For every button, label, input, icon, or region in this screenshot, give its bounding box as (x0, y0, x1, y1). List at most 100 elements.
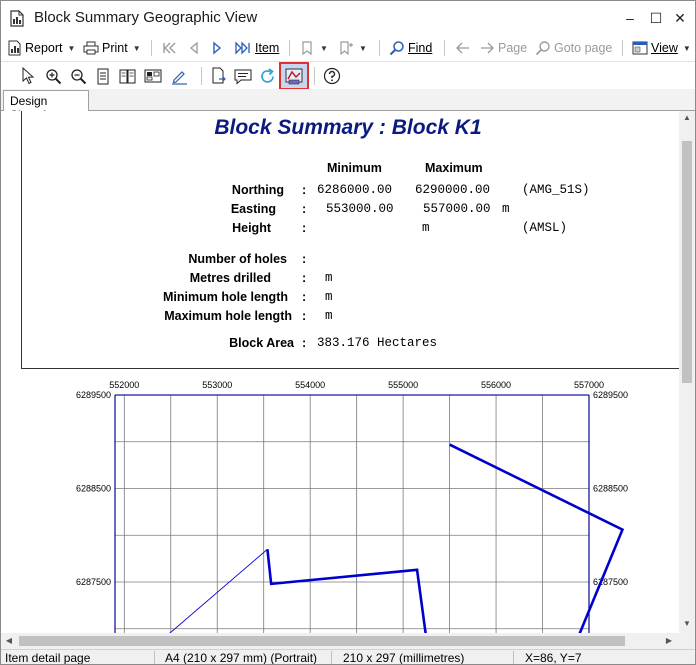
zoom-out-icon (71, 68, 87, 84)
block-map[interactable]: 552000 553000 554000 555000 556000 5570006289… (1, 373, 679, 633)
minlen-colon: : (302, 290, 307, 304)
next-button[interactable] (211, 38, 223, 58)
block-area-value: 383.176 Hectares (317, 336, 438, 350)
toolbar-separator (314, 67, 315, 85)
status-bar: Item detail page A4 (210 x 297 mm) (Port… (1, 649, 695, 665)
status-separator (154, 651, 155, 664)
geographic-view-button[interactable] (279, 62, 309, 90)
zoom-in-button[interactable] (45, 66, 62, 86)
maximize-button[interactable]: ☐ (645, 7, 667, 29)
zoom-out-button[interactable] (70, 66, 87, 86)
print-label: Print (102, 41, 128, 55)
refresh-button[interactable] (259, 66, 276, 86)
metres-unit: m (325, 271, 333, 285)
find-button[interactable]: Find (389, 38, 432, 58)
bookmark-add-button[interactable]: ▼ (338, 38, 367, 58)
application-window: Block Summary Geographic View – ☐ ✕ Repo… (0, 0, 696, 665)
arrow-right-icon (481, 42, 494, 54)
sheet-tabstrip: Design Sheet1 (1, 89, 695, 122)
y-tick-label-right: 6289500 (593, 390, 628, 400)
export-button[interactable] (211, 66, 227, 86)
triangle-right-icon (213, 41, 222, 55)
back-button[interactable] (455, 38, 471, 58)
last-item-icon (235, 41, 250, 55)
scroll-down-arrow-icon[interactable]: ▼ (679, 619, 695, 628)
block-area-label: Block Area (229, 336, 294, 350)
scroll-right-arrow-icon[interactable]: ▶ (663, 636, 675, 645)
number-of-holes-label: Number of holes (188, 252, 287, 266)
close-button[interactable]: ✕ (669, 7, 691, 29)
maximum-header: Maximum (425, 161, 483, 175)
page-label: Page (498, 41, 528, 55)
goto-page-button[interactable]: Goto page (535, 38, 612, 58)
page-forward-button[interactable]: Page (479, 38, 527, 58)
pointer-arrow-icon (22, 67, 35, 85)
metres-drilled-label: Metres drilled (189, 271, 271, 285)
status-dimensions: 210 x 297 (millimetres) (343, 651, 465, 665)
thumbnails-button[interactable] (144, 66, 162, 86)
height-unit: m (422, 221, 430, 235)
scroll-up-arrow-icon[interactable]: ▲ (679, 113, 695, 122)
easting-colon: : (302, 202, 307, 216)
view-menu-button[interactable]: View ▼ (632, 38, 691, 58)
select-tool-button[interactable] (20, 66, 36, 86)
vertical-scroll-thumb[interactable] (682, 141, 692, 383)
two-pages-button[interactable] (119, 66, 136, 86)
minimize-button[interactable]: – (619, 7, 641, 29)
vertical-scrollbar[interactable]: ▲ ▼ (679, 111, 695, 633)
printer-icon (83, 41, 99, 55)
next-item-button[interactable]: Item (234, 38, 279, 58)
minimum-header: Minimum (327, 161, 382, 175)
x-tick-label: 557000 (574, 380, 604, 390)
edit-design-button[interactable] (171, 66, 188, 86)
holes-colon: : (302, 252, 307, 266)
comment-icon (234, 69, 252, 85)
two-pages-icon (119, 69, 136, 83)
bookmark-add-icon (340, 41, 353, 56)
zoom-in-icon (46, 68, 62, 84)
status-cursor-coords: X=86, Y=7 (525, 651, 582, 665)
window-title: Block Summary Geographic View (34, 9, 258, 26)
chevron-down-icon: ▼ (682, 43, 691, 53)
x-tick-label: 552000 (109, 380, 139, 390)
height-label: Height (232, 221, 271, 235)
summary-frame (21, 111, 679, 369)
easting-max: 557000.00 (423, 202, 491, 216)
tab-design-sheet1[interactable]: Design Sheet1 (3, 90, 89, 122)
easting-label: Easting (230, 202, 276, 216)
northing-colon: : (302, 183, 307, 197)
search-icon (389, 41, 404, 56)
northing-label: Northing (231, 183, 284, 197)
x-tick-label: 553000 (202, 380, 232, 390)
single-page-button[interactable] (96, 66, 110, 86)
first-page-button[interactable] (161, 38, 177, 58)
bookmark-button[interactable]: ▼ (299, 38, 328, 58)
scrollbar-corner (679, 633, 695, 649)
view-window-icon (632, 41, 648, 54)
scroll-left-arrow-icon[interactable]: ◀ (3, 636, 15, 645)
title-bar: Block Summary Geographic View – ☐ ✕ (1, 1, 695, 35)
search-icon (535, 41, 550, 56)
minlen-unit: m (325, 290, 333, 304)
max-hole-length-label: Maximum hole length (164, 309, 292, 323)
view-label: View (651, 41, 678, 55)
x-tick-label: 554000 (295, 380, 325, 390)
thin-boundary-line (169, 548, 268, 633)
horizontal-scrollbar[interactable]: ◀ ▶ (1, 633, 679, 649)
help-button[interactable] (323, 66, 341, 86)
previous-button[interactable] (188, 38, 200, 58)
toolbar-separator (151, 40, 152, 56)
tools-toolbar (1, 61, 695, 90)
help-icon (323, 67, 341, 85)
report-menu-button[interactable]: Report ▼ (7, 38, 75, 58)
print-menu-button[interactable]: Print ▼ (83, 38, 141, 58)
pencil-icon (172, 70, 187, 85)
triangle-left-icon (189, 41, 198, 55)
y-tick-label-left: 6287500 (76, 577, 111, 587)
chevron-down-icon: ▼ (132, 43, 141, 53)
first-page-icon (163, 42, 176, 54)
height-colon: : (302, 221, 307, 235)
comment-button[interactable] (234, 66, 252, 86)
horizontal-scroll-thumb[interactable] (19, 636, 625, 646)
status-message: Item detail page (5, 651, 91, 665)
